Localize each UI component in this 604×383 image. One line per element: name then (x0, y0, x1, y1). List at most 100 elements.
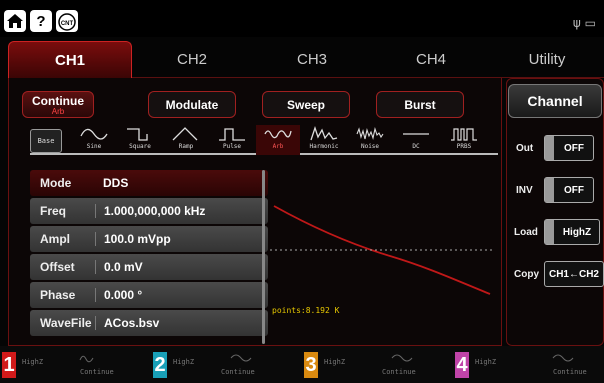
tab-ch2[interactable]: CH2 (132, 41, 252, 78)
continue-sub-label: Arb (51, 106, 65, 116)
channel-tabs: CH1 CH2 CH3 CH4 Utility (8, 41, 604, 78)
ch2-mode: Continue (221, 368, 255, 376)
ramp-wave-icon (172, 127, 198, 141)
harmonic-label: Harmonic (309, 143, 339, 150)
ch1-wave-icon (79, 355, 94, 363)
parameter-list: Mode DDS Freq 1.000,000,000 kHz Ampl 100… (30, 170, 268, 338)
tab-ch3[interactable]: CH3 (252, 41, 372, 78)
usb-icon: ψ ▭ (572, 16, 596, 30)
harmonic-wave-icon (310, 125, 338, 141)
noise-label: Noise (360, 143, 380, 150)
square-wave-icon (127, 128, 148, 141)
prbs-label: PRBS (456, 143, 472, 150)
dc-wave-icon (403, 133, 429, 135)
waveform-bar: Base Sine Square Ramp Pulse Arb Harmonic… (30, 125, 498, 155)
ch4-load: HighZ (475, 358, 497, 366)
param-row-mode[interactable]: Mode DDS (30, 170, 268, 196)
tab-utility[interactable]: Utility (490, 41, 604, 78)
square-label: Square (129, 143, 151, 150)
noise-wave-icon (356, 126, 384, 141)
channel-side-panel (506, 78, 604, 346)
param-scrollbar[interactable] (262, 170, 265, 344)
copy-label: Copy (514, 269, 539, 280)
ch4-number: 4 (455, 352, 469, 378)
screen: ? CNT ψ ▭ CH1 CH2 CH3 CH4 Utility Contin… (0, 0, 604, 383)
ch2-wave-icon (230, 354, 252, 362)
ch2-status[interactable]: 2 HighZ Continue (151, 346, 301, 383)
param-row-wavefile[interactable]: WaveFile ACos.bsv (30, 310, 268, 336)
prbs-wave-button[interactable]: PRBS (440, 125, 488, 155)
arb-wave-icon (264, 130, 292, 139)
status-bar: 1 HighZ Continue 2 HighZ Continue 3 High… (0, 346, 604, 383)
out-toggle[interactable]: OFF (544, 135, 594, 161)
sweep-button[interactable]: Sweep (262, 91, 350, 118)
param-value: 0.000 ° (95, 288, 142, 302)
help-icon[interactable]: ? (30, 10, 52, 32)
param-label: Offset (40, 260, 75, 274)
ch3-load: HighZ (324, 358, 346, 366)
param-label: Ampl (40, 232, 70, 246)
modulate-button[interactable]: Modulate (148, 91, 236, 118)
arb-wave-button[interactable]: Arb (256, 125, 300, 155)
ch3-mode: Continue (382, 368, 416, 376)
toggle-knob (545, 136, 554, 160)
ch2-number: 2 (153, 352, 167, 378)
tab-ch4[interactable]: CH4 (372, 41, 490, 78)
inv-value: OFF (564, 184, 584, 196)
pulse-label: Pulse (222, 143, 242, 150)
counter-icon[interactable]: CNT (56, 10, 78, 32)
param-label: Phase (40, 288, 76, 302)
param-row-ampl[interactable]: Ampl 100.0 mVpp (30, 226, 268, 252)
param-value: 100.0 mVpp (95, 232, 171, 246)
harmonic-wave-button[interactable]: Harmonic (302, 125, 346, 155)
channel-title: Channel (508, 84, 602, 118)
home-icon[interactable] (4, 10, 26, 32)
inv-toggle[interactable]: OFF (544, 177, 594, 203)
pulse-wave-icon (219, 128, 245, 141)
ramp-wave-button[interactable]: Ramp (164, 125, 208, 155)
continue-button[interactable]: Continue Arb (22, 91, 94, 118)
dc-label: DC (412, 143, 420, 150)
param-value: ACos.bsv (95, 316, 159, 330)
inv-label: INV (516, 185, 533, 196)
ch1-number: 1 (2, 352, 16, 378)
burst-button[interactable]: Burst (376, 91, 464, 118)
load-value: HighZ (562, 226, 592, 238)
load-toggle[interactable]: HighZ (544, 219, 600, 245)
pulse-wave-button[interactable]: Pulse (210, 125, 254, 155)
svg-text:CNT: CNT (61, 21, 74, 27)
param-label: Mode (40, 176, 72, 190)
ch4-wave-icon (552, 354, 574, 362)
out-value: OFF (564, 142, 584, 154)
base-button[interactable]: Base (30, 129, 62, 153)
param-row-freq[interactable]: Freq 1.000,000,000 kHz (30, 198, 268, 224)
ch3-wave-icon (391, 354, 413, 362)
ch3-status[interactable]: 3 HighZ Continue (302, 346, 452, 383)
param-label: WaveFile (40, 316, 92, 330)
noise-wave-button[interactable]: Noise (348, 125, 392, 155)
param-row-offset[interactable]: Offset 0.0 mV (30, 254, 268, 280)
toggle-knob (545, 220, 554, 244)
points-readout: points:8.192 K (272, 306, 340, 315)
param-value: 0.0 mV (95, 260, 143, 274)
dc-wave-button[interactable]: DC (394, 125, 438, 155)
tab-ch1[interactable]: CH1 (8, 41, 132, 78)
sine-label: Sine (86, 143, 102, 150)
param-row-phase[interactable]: Phase 0.000 ° (30, 282, 268, 308)
arb-label: Arb (272, 143, 284, 150)
continue-label: Continue (32, 93, 84, 108)
top-bar: ? CNT ψ ▭ (0, 0, 604, 37)
copy-button[interactable]: CH1←CH2 (544, 261, 604, 287)
ch1-status[interactable]: 1 HighZ Continue (0, 346, 150, 383)
waveform-preview (270, 205, 494, 295)
sine-wave-icon (80, 128, 108, 140)
out-label: Out (516, 143, 534, 154)
prbs-wave-icon (451, 128, 477, 141)
ch4-mode: Continue (553, 368, 587, 376)
square-wave-button[interactable]: Square (118, 125, 162, 155)
param-value: 1.000,000,000 kHz (95, 204, 205, 218)
toggle-knob (545, 178, 554, 202)
sine-wave-button[interactable]: Sine (72, 125, 116, 155)
load-label: Load (514, 227, 538, 238)
ch4-status[interactable]: 4 HighZ Continue (453, 346, 603, 383)
